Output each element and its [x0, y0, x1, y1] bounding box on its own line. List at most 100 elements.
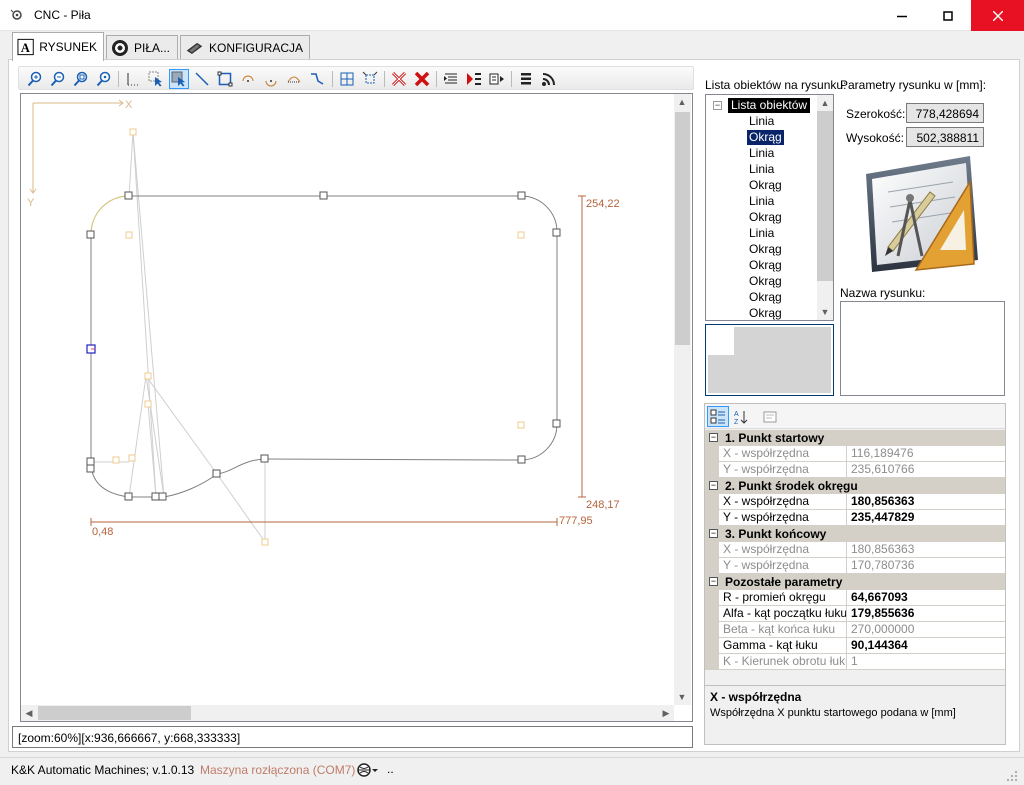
- minimize-button[interactable]: [879, 0, 925, 31]
- origin-axes: X Y: [27, 99, 133, 209]
- property-row[interactable]: R - promień okręgu 64,667093: [705, 590, 1005, 606]
- tree-scrollbar[interactable]: ▲ ▼: [817, 95, 833, 320]
- scroll-left-arrow[interactable]: ◀: [21, 705, 37, 721]
- tree-item[interactable]: Okrąg: [747, 290, 784, 305]
- tab-label: PIŁA...: [134, 41, 171, 55]
- scroll-thumb[interactable]: [38, 706, 191, 720]
- tree-item[interactable]: Okrąg: [747, 242, 784, 257]
- snap-button[interactable]: [360, 69, 380, 89]
- selected-arc[interactable]: [90, 195, 130, 235]
- property-category[interactable]: −1. Punkt startowy: [705, 430, 1005, 446]
- property-row[interactable]: X - współrzędna 180,856363: [705, 494, 1005, 510]
- menu-button[interactable]: [516, 69, 536, 89]
- tree-item[interactable]: Linia: [747, 114, 776, 129]
- categorized-button[interactable]: [707, 406, 729, 427]
- arc-ccw-icon: [265, 80, 277, 87]
- polyline-icon: [311, 73, 324, 85]
- property-name: X - współrzędna: [719, 494, 847, 510]
- scroll-up-arrow[interactable]: ▲: [817, 95, 833, 111]
- signal-button[interactable]: [539, 69, 559, 89]
- property-category[interactable]: −2. Punkt środek okręgu: [705, 478, 1005, 494]
- scroll-down-arrow[interactable]: ▼: [674, 689, 690, 705]
- collapse-icon[interactable]: −: [713, 101, 722, 110]
- delete-selected-button[interactable]: [389, 69, 409, 89]
- title-bar: CNC - Piła: [0, 0, 1024, 31]
- tree-item[interactable]: Okrąg: [747, 306, 784, 320]
- canvas-vertical-scrollbar[interactable]: ▲ ▼: [674, 94, 691, 705]
- drawing-canvas[interactable]: X Y 254,22 248,17 0,48 777,95: [20, 93, 693, 722]
- collapse-icon[interactable]: −: [709, 577, 718, 586]
- dimension-left: 0,48: [92, 526, 113, 538]
- polyline-button[interactable]: [307, 69, 327, 89]
- copy-button[interactable]: [487, 69, 507, 89]
- collapse-icon[interactable]: −: [709, 433, 718, 442]
- tab-label: RYSUNEK: [39, 40, 97, 54]
- dimension-lines: [90, 195, 586, 526]
- property-row[interactable]: Alfa - kąt początku łuku 179,855636: [705, 606, 1005, 622]
- drawing-name-input[interactable]: [840, 301, 1005, 396]
- tree-item[interactable]: Okrąg: [747, 210, 784, 225]
- tab-konfiguracja[interactable]: KONFIGURACJA: [180, 35, 310, 60]
- scroll-thumb[interactable]: [675, 112, 690, 345]
- rectangle-button[interactable]: [215, 69, 235, 89]
- measure-button[interactable]: [123, 69, 143, 89]
- zoom-fit-button[interactable]: [71, 69, 91, 89]
- collapse-icon[interactable]: −: [709, 481, 718, 490]
- canvas-horizontal-scrollbar[interactable]: ◀ ▶: [21, 705, 674, 721]
- zoom-window-button[interactable]: [94, 69, 114, 89]
- tree-item[interactable]: Linia: [747, 226, 776, 241]
- maximize-button[interactable]: [925, 0, 971, 31]
- property-value[interactable]: 180,856363: [847, 494, 1005, 510]
- shape-outline[interactable]: [90, 195, 558, 498]
- tree-item[interactable]: Linia: [747, 146, 776, 161]
- width-field: 778,428694: [906, 103, 984, 123]
- collapse-icon[interactable]: −: [709, 529, 718, 538]
- cut-button[interactable]: [464, 69, 484, 89]
- tree-item[interactable]: Okrąg: [747, 130, 784, 145]
- scroll-up-arrow[interactable]: ▲: [674, 94, 690, 110]
- property-pages-button[interactable]: [759, 406, 781, 427]
- zoom-out-button[interactable]: [48, 69, 68, 89]
- tree-item[interactable]: Okrąg: [747, 274, 784, 289]
- property-value[interactable]: 64,667093: [847, 590, 1005, 606]
- line-button[interactable]: [192, 69, 212, 89]
- tab-rysunek[interactable]: A RYSUNEK: [12, 32, 104, 61]
- alphabetical-button[interactable]: AZ: [730, 406, 752, 427]
- property-category[interactable]: −3. Punkt końcowy: [705, 526, 1005, 542]
- resize-grip-icon[interactable]: [1006, 770, 1018, 782]
- arc-button[interactable]: [284, 69, 304, 89]
- property-row[interactable]: Gamma - kąt łuku 90,144364: [705, 638, 1005, 654]
- property-pages-icon: [763, 411, 777, 422]
- select-window-button[interactable]: [169, 69, 189, 89]
- property-row: X - współrzędna 180,856363: [705, 542, 1005, 558]
- select-button[interactable]: [146, 69, 166, 89]
- property-category[interactable]: − Pozostałe parametry: [705, 574, 1005, 590]
- globe-icon[interactable]: [357, 762, 379, 778]
- scroll-thumb[interactable]: [817, 111, 833, 281]
- arc-ccw-button[interactable]: [261, 69, 281, 89]
- tab-pila[interactable]: PIŁA...: [106, 35, 178, 60]
- description-title: X - współrzędna: [710, 690, 802, 704]
- list-button[interactable]: [441, 69, 461, 89]
- drawing-area[interactable]: X Y 254,22 248,17 0,48 777,95: [21, 94, 674, 705]
- object-tree[interactable]: − Lista obiektów Linia Okrąg Linia Linia Okr…: [705, 94, 834, 321]
- zoom-in-button[interactable]: [25, 69, 45, 89]
- property-value[interactable]: 179,855636: [847, 606, 1005, 622]
- scroll-down-arrow[interactable]: ▼: [817, 304, 833, 320]
- property-value[interactable]: 90,144364: [847, 638, 1005, 654]
- tree-item[interactable]: Okrąg: [747, 258, 784, 273]
- delete-all-button[interactable]: [412, 69, 432, 89]
- scroll-right-arrow[interactable]: ▶: [658, 705, 674, 721]
- tree-item[interactable]: Linia: [747, 194, 776, 209]
- property-name: Y - współrzędna: [719, 510, 847, 526]
- property-row[interactable]: Y - współrzędna 235,447829: [705, 510, 1005, 526]
- arc-cw-button[interactable]: [238, 69, 258, 89]
- property-value[interactable]: 235,447829: [847, 510, 1005, 526]
- grid-button[interactable]: [337, 69, 357, 89]
- tree-root[interactable]: − Lista obiektów: [713, 98, 811, 113]
- tree-item[interactable]: Linia: [747, 162, 776, 177]
- close-button[interactable]: [971, 0, 1024, 31]
- tree-item[interactable]: Okrąg: [747, 178, 784, 193]
- maximize-icon: [943, 10, 953, 21]
- property-name: Alfa - kąt początku łuku: [719, 606, 847, 622]
